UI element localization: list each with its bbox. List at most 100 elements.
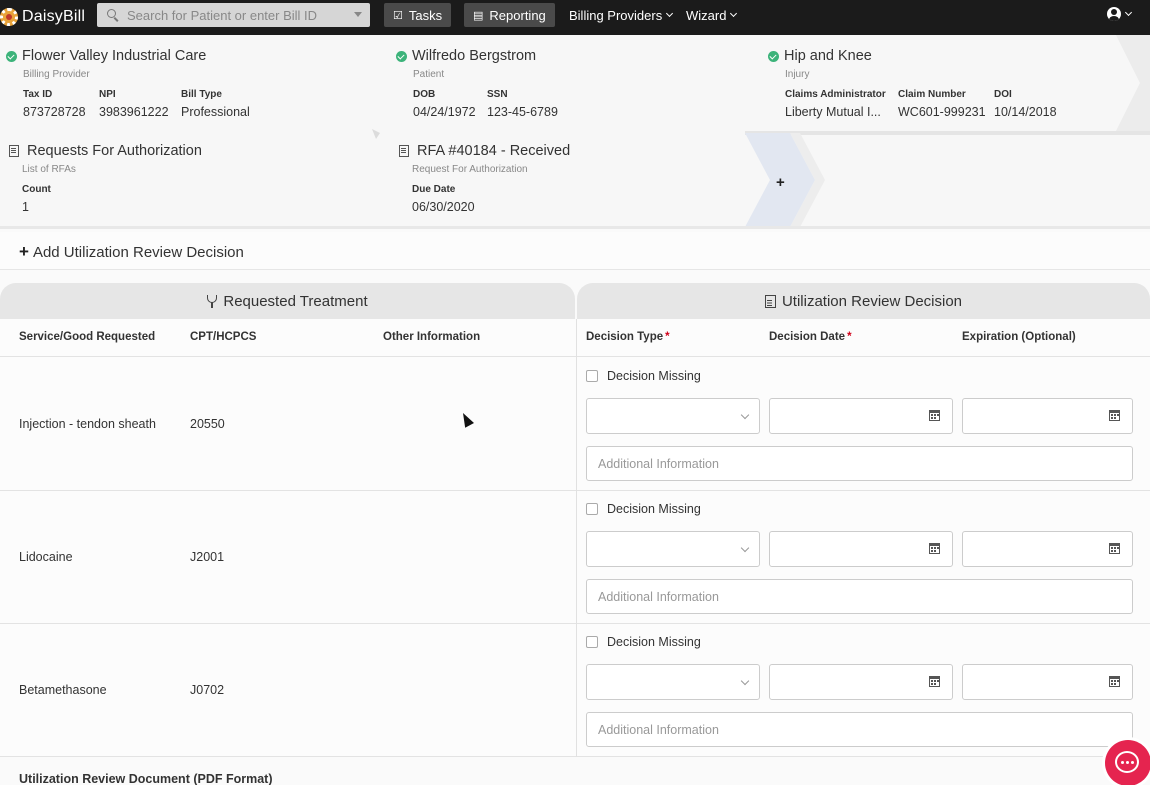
add-crumb-plus-icon[interactable]: + (776, 174, 785, 191)
bill-type-value: Professional (181, 105, 250, 119)
expiration-date-input[interactable] (962, 531, 1133, 567)
search-input[interactable] (127, 5, 347, 25)
chevron-down-icon (1124, 8, 1133, 16)
search-icon (107, 9, 116, 18)
rfas-subtitle: List of RFAs (22, 164, 76, 175)
daisybill-logo[interactable]: DaisyBill (0, 6, 85, 28)
chat-button[interactable] (1105, 740, 1150, 785)
service-cell: Betamethasone (19, 683, 107, 697)
injury-subtitle: Injury (785, 69, 810, 80)
breadcrumb-panel: Flower Valley Industrial Care Billing Pr… (0, 35, 1150, 229)
billing-providers-menu[interactable]: Billing Providers (560, 3, 681, 27)
decision-type-label: Decision Type (586, 331, 664, 343)
additional-info-input[interactable] (587, 447, 1132, 480)
col-decision-type: Decision Type * (586, 331, 670, 343)
checkbox[interactable] (586, 370, 598, 382)
calendar-icon[interactable] (1109, 676, 1120, 687)
col-cpt: CPT/HCPCS (190, 331, 257, 343)
claim-number-label: Claim Number (898, 89, 966, 100)
expiration-date-input[interactable] (962, 398, 1133, 434)
decision-type-select[interactable] (586, 531, 760, 567)
chevron-down-icon (666, 9, 674, 17)
ssn-label: SSN (487, 89, 508, 100)
user-icon (1107, 7, 1121, 21)
service-cell: Lidocaine (19, 550, 73, 564)
calendar-icon[interactable] (929, 676, 940, 687)
due-date-label: Due Date (412, 184, 456, 195)
tasks-button[interactable]: ☑ Tasks (384, 3, 452, 27)
requested-treatment-title: Requested Treatment (223, 292, 368, 310)
calendar-icon[interactable] (1109, 410, 1120, 421)
decision-missing-label: Decision Missing (607, 502, 701, 516)
col-service: Service/Good Requested (19, 331, 156, 343)
billing-providers-label: Billing Providers (569, 7, 663, 23)
checkbox[interactable] (586, 503, 598, 515)
search-box[interactable] (97, 3, 370, 27)
doi-value: 10/14/2018 (994, 105, 1057, 119)
user-menu[interactable] (1107, 7, 1133, 21)
section-divider (576, 319, 577, 757)
dob-label: DOB (413, 89, 436, 100)
check-circle-icon (396, 50, 407, 62)
stethoscope-icon (207, 294, 218, 308)
rfas-crumb[interactable]: Requests For Authorization List of RFAs … (9, 143, 202, 214)
reporting-button[interactable]: ▤ Reporting (464, 3, 555, 27)
additional-info-input[interactable] (587, 580, 1132, 613)
col-expiration: Expiration (Optional) (962, 331, 1076, 343)
decision-type-select[interactable] (586, 664, 760, 700)
document-list-icon (399, 145, 409, 157)
injury-name: Hip and Knee (784, 48, 872, 64)
patient-crumb[interactable]: Wilfredo Bergstrom Patient DOB 04/24/1972… (396, 48, 558, 119)
check-circle-icon (768, 50, 779, 62)
chat-bubble-icon (1115, 751, 1139, 773)
dob-value: 04/24/1972 (413, 105, 476, 119)
decision-date-label: Decision Date (769, 331, 846, 343)
wizard-label: Wizard (686, 7, 727, 23)
additional-info-field[interactable] (586, 712, 1133, 747)
cpt-cell: J0702 (190, 683, 225, 697)
add-ur-decision-header: + Add Utilization Review Decision (0, 232, 1150, 270)
cpt-cell: 20550 (190, 417, 225, 431)
rfa-crumb[interactable]: RFA #40184 - Received Request For Author… (399, 143, 570, 214)
decision-missing-checkbox[interactable]: Decision Missing (586, 369, 701, 383)
claim-number-value: WC601-999231 (898, 105, 986, 119)
document-list-icon (9, 145, 19, 157)
decision-missing-label: Decision Missing (607, 369, 701, 383)
clipboard-check-icon: ☑ (393, 9, 403, 22)
patient-subtitle: Patient (413, 69, 445, 80)
additional-info-field[interactable] (586, 579, 1133, 614)
daisy-flower-icon (0, 8, 18, 26)
decision-date-input[interactable] (769, 398, 953, 434)
decision-missing-checkbox[interactable]: Decision Missing (586, 502, 701, 516)
decision-date-input[interactable] (769, 664, 953, 700)
count-label: Count (22, 184, 51, 195)
service-cell: Injection - tendon sheath (19, 417, 156, 431)
table-row: Lidocaine J2001 Decision Missing (0, 491, 1150, 624)
col-decision-date: Decision Date * (769, 331, 852, 343)
doi-label: DOI (994, 89, 1012, 100)
calendar-icon[interactable] (929, 410, 940, 421)
check-circle-icon (6, 50, 17, 62)
calendar-icon[interactable] (929, 543, 940, 554)
expiration-date-input[interactable] (962, 664, 1133, 700)
decision-missing-checkbox[interactable]: Decision Missing (586, 635, 701, 649)
ur-decision-title: Utilization Review Decision (781, 292, 963, 310)
decision-type-select[interactable] (586, 398, 760, 434)
additional-info-field[interactable] (586, 446, 1133, 481)
npi-label: NPI (99, 89, 116, 100)
injury-crumb[interactable]: Hip and Knee Injury Claims Administrator… (768, 48, 1057, 119)
tasks-label: Tasks (408, 7, 443, 23)
calendar-icon[interactable] (1109, 543, 1120, 554)
requested-treatment-header: Requested Treatment (0, 283, 575, 319)
provider-name: Flower Valley Industrial Care (22, 48, 207, 64)
patient-name: Wilfredo Bergstrom (412, 48, 537, 64)
checkbox[interactable] (586, 636, 598, 648)
rfa-title: RFA #40184 - Received (417, 143, 571, 159)
claims-admin-label: Claims Administrator (785, 89, 886, 100)
wizard-menu[interactable]: Wizard (677, 3, 745, 27)
search-dropdown-caret-icon[interactable] (354, 12, 362, 17)
chevron-down-icon (730, 9, 738, 17)
additional-info-input[interactable] (587, 713, 1132, 746)
billing-provider-crumb[interactable]: Flower Valley Industrial Care Billing Pr… (6, 48, 250, 119)
decision-date-input[interactable] (769, 531, 953, 567)
